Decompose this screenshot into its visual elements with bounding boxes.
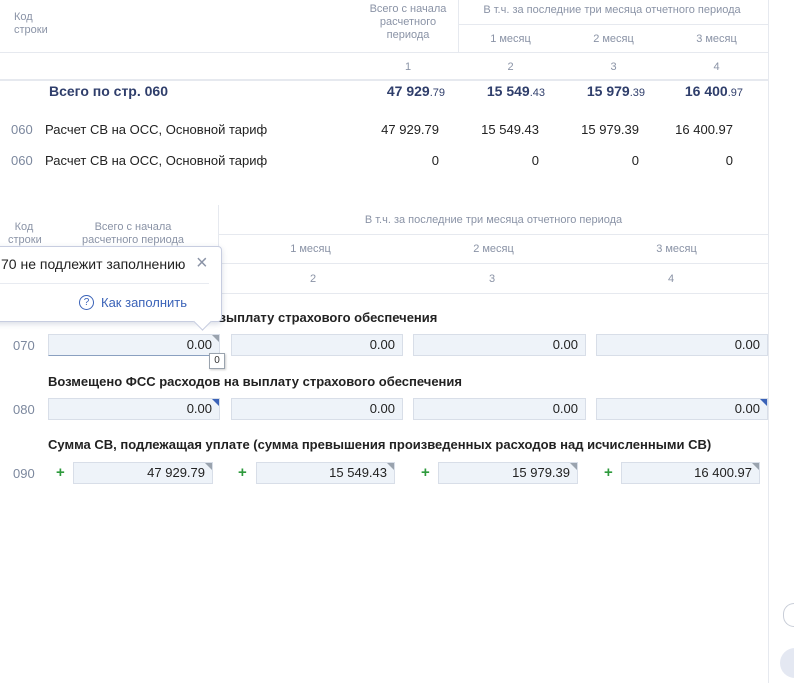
field-070-total[interactable]: 0.00 bbox=[48, 334, 220, 356]
field-070-month1[interactable]: 0.00 bbox=[231, 334, 403, 356]
table1-colnum-3: 3 bbox=[610, 61, 617, 73]
row1-label: Расчет СВ на ОСС, Основной тариф bbox=[45, 122, 268, 137]
how-to-fill-link[interactable]: Как заполнить bbox=[101, 295, 187, 310]
field-value-tooltip: 0 bbox=[209, 353, 225, 369]
table1-month3-header: 3 месяц bbox=[696, 33, 737, 45]
section-080-code: 080 bbox=[13, 402, 35, 417]
total-row-value-2: 15 549.43 bbox=[486, 83, 545, 99]
field-080-month3[interactable]: 0.00 bbox=[596, 398, 768, 420]
total-row-label: Всего по стр. 060 bbox=[49, 83, 168, 99]
row2-value-3: 0 bbox=[631, 153, 639, 168]
field-080-month1[interactable]: 0.00 bbox=[231, 398, 403, 420]
table2-month3-header: 3 месяц bbox=[656, 243, 697, 255]
popover-arrow bbox=[193, 312, 212, 331]
total-row-value-4: 16 400.97 bbox=[684, 83, 743, 99]
row1-value-4: 16 400.97 bbox=[675, 122, 733, 137]
table2-last3-group-header: В т.ч. за последние три месяца отчетного… bbox=[364, 214, 623, 226]
row2-value-4: 0 bbox=[725, 153, 733, 168]
field-070-month3[interactable]: 0.00 bbox=[596, 334, 768, 356]
expand-090-month1-icon[interactable]: + bbox=[238, 464, 247, 481]
help-icon[interactable]: ? bbox=[79, 295, 94, 310]
scrollbar-divider bbox=[768, 0, 769, 683]
row2-value-1: 0 bbox=[431, 153, 439, 168]
popover-message: 70 не подлежит заполнению bbox=[1, 256, 186, 272]
side-scroll-up-icon[interactable] bbox=[780, 648, 794, 678]
close-icon[interactable]: × bbox=[196, 253, 208, 273]
hint-popover: 70 не подлежит заполнению × ? Как заполн… bbox=[0, 246, 222, 331]
section-070-title: выплату страхового обеспечения bbox=[218, 310, 438, 325]
table2-colnum-3: 3 bbox=[488, 273, 496, 285]
table1-code-col-header: Код строки bbox=[14, 11, 48, 36]
field-090-total[interactable]: 47 929.79 bbox=[73, 462, 213, 484]
total-row-value-1: 47 929.79 bbox=[386, 83, 445, 99]
table2-colnum-2: 2 bbox=[309, 273, 317, 285]
table2-month1-header: 1 месяц bbox=[290, 243, 331, 255]
table1-last3-group-header: В т.ч. за последние три месяца отчетного… bbox=[483, 4, 741, 16]
row2-code: 060 bbox=[11, 153, 33, 168]
side-chat-icon[interactable] bbox=[783, 603, 794, 627]
row2-label: Расчет СВ на ОСС, Основной тариф bbox=[45, 153, 268, 168]
expand-090-month2-icon[interactable]: + bbox=[421, 464, 430, 481]
section-070-code: 070 bbox=[13, 338, 35, 353]
section-080-title: Возмещено ФСС расходов на выплату страхо… bbox=[48, 374, 462, 389]
row1-value-2: 15 549.43 bbox=[481, 122, 539, 137]
table2-month2-header: 2 месяц bbox=[473, 243, 514, 255]
field-080-month2[interactable]: 0.00 bbox=[413, 398, 586, 420]
table2-code-col-header: Код строки bbox=[8, 221, 42, 246]
field-070-month2[interactable]: 0.00 bbox=[413, 334, 586, 356]
table2-total-col-header: Всего с начала расчетного периода bbox=[81, 221, 185, 246]
row1-code: 060 bbox=[11, 122, 33, 137]
table1-colnum-4: 4 bbox=[713, 61, 720, 73]
field-080-total[interactable]: 0.00 bbox=[48, 398, 220, 420]
section-090-code: 090 bbox=[13, 466, 35, 481]
field-090-month3[interactable]: 16 400.97 bbox=[621, 462, 760, 484]
row1-value-3: 15 979.39 bbox=[581, 122, 639, 137]
table1-colnum-2: 2 bbox=[507, 61, 514, 73]
expand-090-month3-icon[interactable]: + bbox=[604, 464, 613, 481]
row2-value-2: 0 bbox=[531, 153, 539, 168]
row1-value-1: 47 929.79 bbox=[381, 122, 439, 137]
section-090-title: Сумма СВ, подлежащая уплате (сумма превы… bbox=[48, 437, 712, 452]
field-090-month2[interactable]: 15 979.39 bbox=[438, 462, 578, 484]
table1-month1-header: 1 месяц bbox=[490, 33, 531, 45]
field-090-month1[interactable]: 15 549.43 bbox=[256, 462, 395, 484]
table1-month2-header: 2 месяц bbox=[593, 33, 634, 45]
expand-090-total-icon[interactable]: + bbox=[56, 464, 65, 481]
table1-colnum-1: 1 bbox=[404, 61, 412, 73]
table1-total-col-header: Всего с начала расчетного периода bbox=[369, 3, 447, 41]
table2-colnum-4: 4 bbox=[667, 273, 675, 285]
